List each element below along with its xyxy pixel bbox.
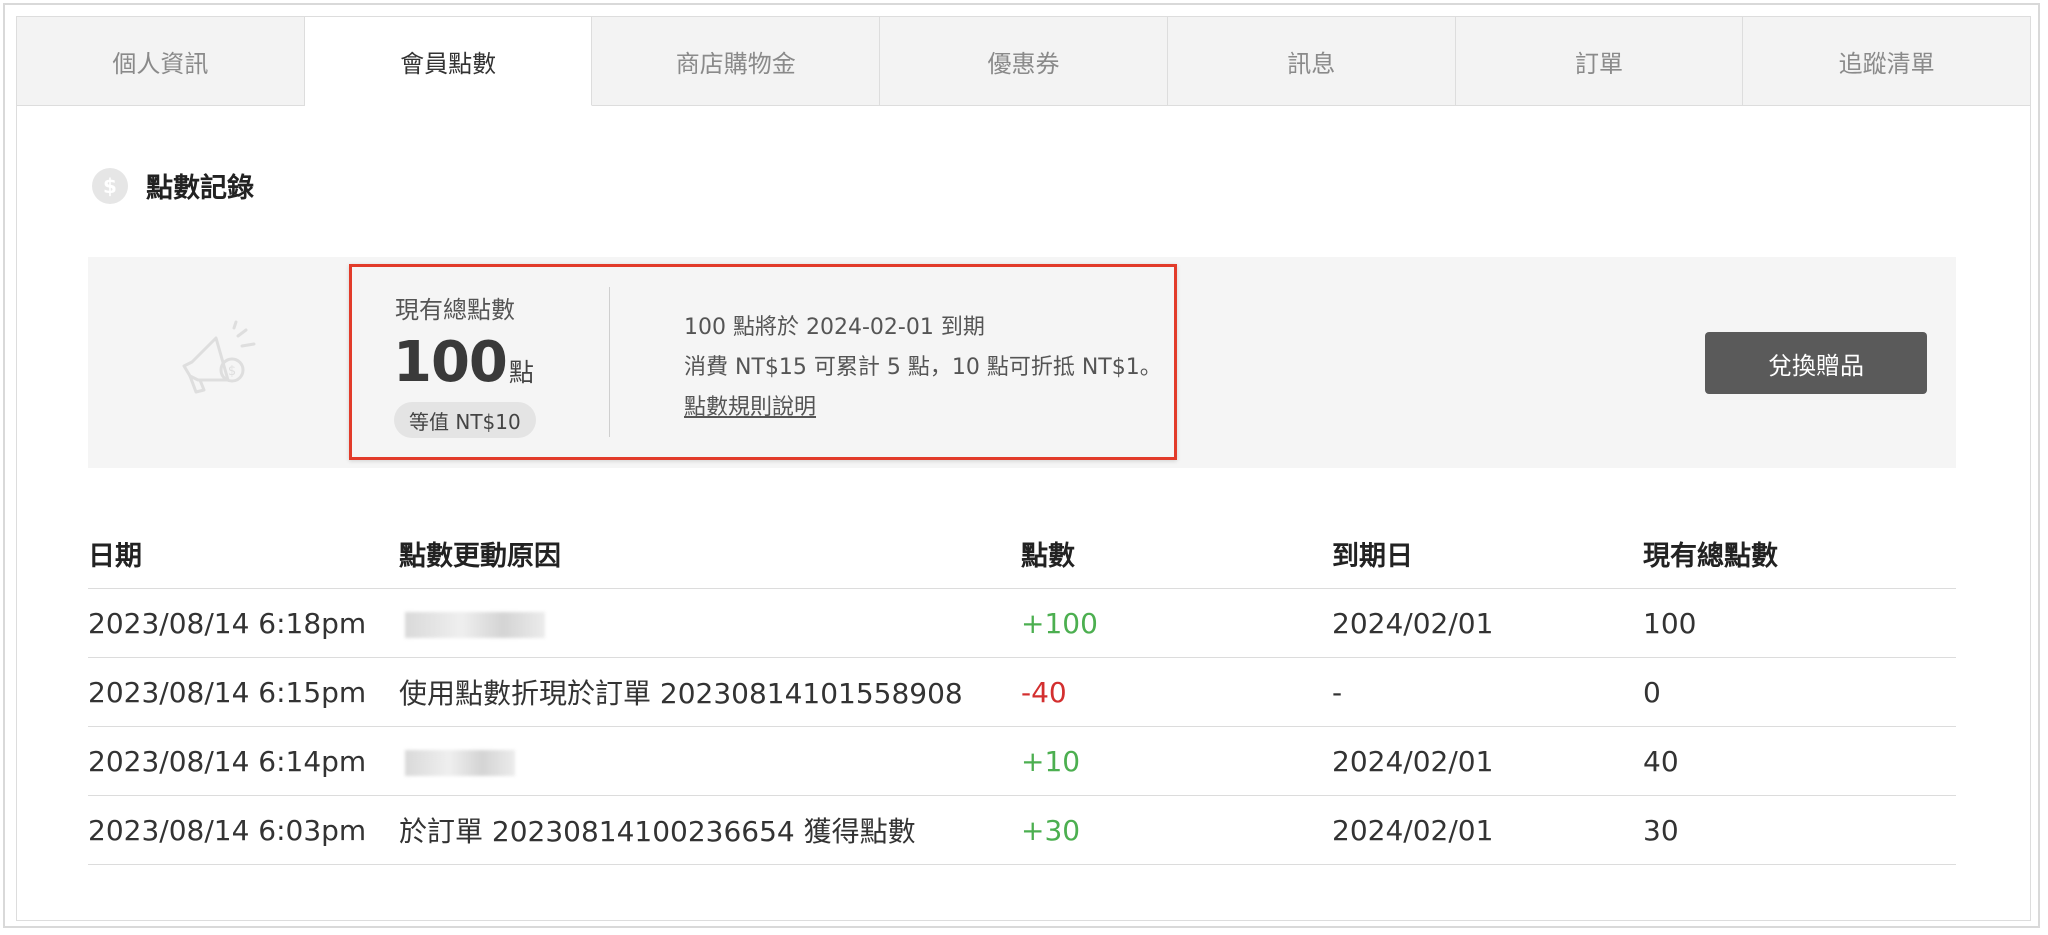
tab-orders[interactable]: 訂單	[1455, 16, 1744, 106]
points-records-table: 日期 點數更動原因 點數 到期日 現有總點數 2023/08/14 6:18pm…	[88, 518, 1956, 865]
cell-total: 40	[1643, 726, 1956, 796]
cell-points: -40	[1021, 657, 1332, 727]
cell-points: +30	[1021, 795, 1332, 865]
redeem-gift-button[interactable]: 兌換贈品	[1705, 332, 1927, 394]
tab-coupons[interactable]: 優惠券	[880, 16, 1168, 106]
total-points-value: 100 點	[393, 330, 534, 395]
points-equivalent-badge: 等值 NT$10	[394, 402, 536, 438]
cell-reason	[399, 588, 1021, 658]
earn-rule-text: 消費 NT$15 可累計 5 點，10 點可折抵 NT$1。	[684, 355, 1162, 380]
header-points: 點數	[1021, 518, 1332, 589]
redacted-text	[405, 611, 545, 638]
total-points-unit: 點	[508, 358, 534, 387]
cell-expiry: 2024/02/01	[1332, 795, 1643, 865]
tab-wishlist[interactable]: 追蹤清單	[1743, 16, 2032, 106]
table-row: 2023/08/14 6:03pm 於訂單 20230814100236654 …	[88, 795, 1956, 865]
cell-reason	[399, 726, 1021, 796]
tab-member-points[interactable]: 會員點數	[304, 16, 593, 106]
header-reason: 點數更動原因	[399, 518, 1021, 589]
points-rules-link[interactable]: 點數規則說明	[684, 389, 816, 421]
cell-date: 2023/08/14 6:03pm	[88, 795, 399, 865]
cell-reason: 於訂單 20230814100236654 獲得點數	[399, 795, 1021, 865]
megaphone-icon: $	[182, 320, 256, 394]
header-total: 現有總點數	[1643, 518, 1956, 589]
cell-expiry: 2024/02/01	[1332, 726, 1643, 796]
total-points-number: 100	[393, 330, 508, 395]
section-header: $ 點數記錄	[92, 166, 254, 205]
tab-store-credit[interactable]: 商店購物金	[592, 16, 881, 106]
cell-date: 2023/08/14 6:14pm	[88, 726, 399, 796]
tab-messages[interactable]: 訊息	[1167, 16, 1456, 106]
header-expiry: 到期日	[1332, 518, 1643, 589]
summary-divider	[609, 287, 610, 437]
member-tabs: 個人資訊 會員點數 商店購物金 優惠券 訊息 訂單 追蹤清單	[16, 16, 2032, 106]
cell-reason: 使用點數折現於訂單 20230814101558908	[399, 657, 1021, 727]
cell-points: +10	[1021, 726, 1332, 796]
cell-date: 2023/08/14 6:18pm	[88, 588, 399, 658]
cell-total: 0	[1643, 657, 1956, 727]
table-row: 2023/08/14 6:15pm 使用點數折現於訂單 202308141015…	[88, 657, 1956, 727]
header-date: 日期	[88, 518, 399, 589]
dollar-coin-icon: $	[92, 167, 128, 204]
cell-total: 100	[1643, 588, 1956, 658]
cell-date: 2023/08/14 6:15pm	[88, 657, 399, 727]
cell-points: +100	[1021, 588, 1332, 658]
cell-total: 30	[1643, 795, 1956, 865]
total-points-label: 現有總點數	[395, 296, 515, 324]
table-header-row: 日期 點數更動原因 點數 到期日 現有總點數	[88, 518, 1956, 589]
expiry-note: 100 點將於 2024-02-01 到期	[684, 315, 985, 340]
table-row: 2023/08/14 6:18pm +100 2024/02/01 100	[88, 588, 1956, 658]
cell-expiry: 2024/02/01	[1332, 588, 1643, 658]
cell-expiry: -	[1332, 657, 1643, 727]
redacted-text	[405, 749, 515, 776]
svg-text:$: $	[228, 364, 236, 379]
table-row: 2023/08/14 6:14pm +10 2024/02/01 40	[88, 726, 1956, 796]
section-title: 點數記錄	[146, 173, 254, 204]
tab-profile[interactable]: 個人資訊	[16, 16, 305, 106]
